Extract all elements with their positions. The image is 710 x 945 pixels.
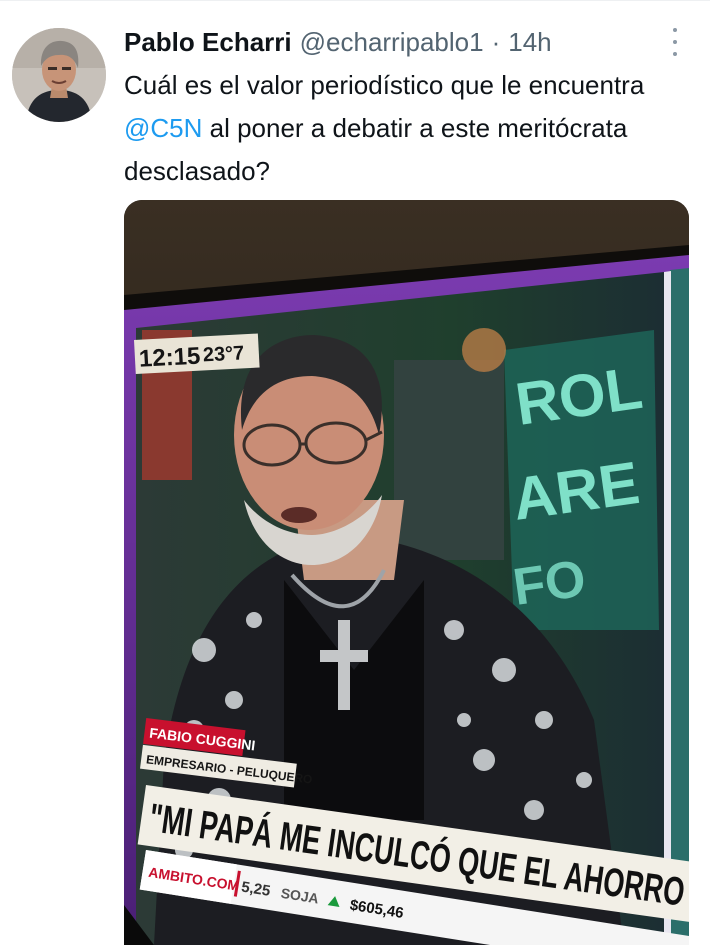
tweet-header: Pablo Echarri @echarripablo1 · 14h (124, 22, 552, 62)
tv-clock: 12:15 (138, 343, 201, 373)
more-dot (673, 28, 677, 32)
top-divider (0, 0, 710, 1)
mention-link[interactable]: @C5N (124, 113, 202, 143)
author-avatar[interactable] (12, 28, 106, 122)
svg-text:FO: FO (510, 549, 590, 616)
tweet-text-part: Cuál es el valor periodístico que le enc… (124, 70, 645, 100)
more-options-icon[interactable] (664, 28, 686, 56)
tweet-media-photo[interactable]: ROL ARE FO 12:15 23°7 FABIO CUGGINI EMPR… (124, 200, 689, 945)
tweet-text: Cuál es el valor periodístico que le enc… (124, 64, 684, 193)
tv-temperature: 23°7 (202, 342, 244, 366)
author-name[interactable]: Pablo Echarri (124, 22, 292, 62)
avatar-photo (12, 28, 106, 122)
tv-screen-photo: ROL ARE FO 12:15 23°7 FABIO CUGGINI EMPR… (124, 200, 689, 945)
tweet-timestamp[interactable]: 14h (508, 22, 551, 62)
header-separator: · (491, 27, 501, 57)
more-dot (673, 52, 677, 56)
more-dot (673, 40, 677, 44)
author-handle[interactable]: @echarripablo1 (300, 22, 484, 62)
